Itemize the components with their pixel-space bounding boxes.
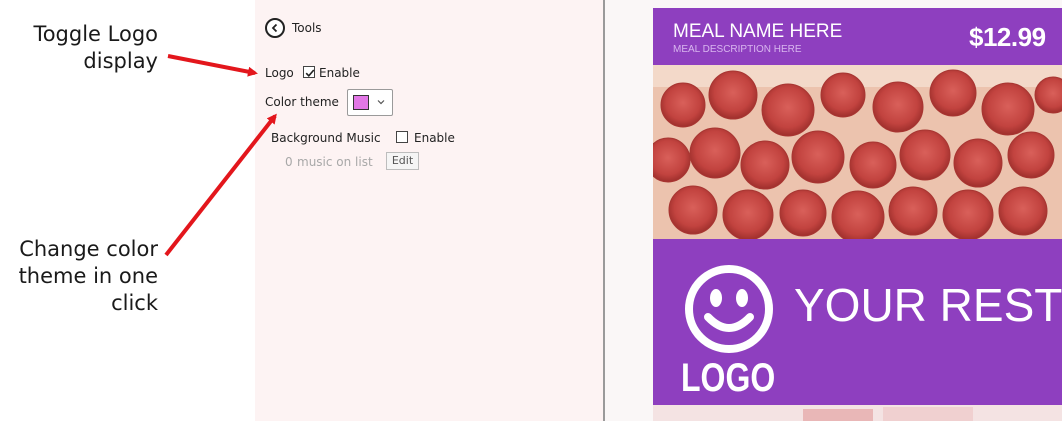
meal-price: $12.99	[969, 22, 1046, 52]
edit-music-button[interactable]: Edit	[386, 152, 419, 170]
bg-music-enable-label: Enable	[414, 131, 455, 145]
pepperoni-slice	[791, 130, 845, 184]
checkmark-icon	[305, 69, 315, 77]
pepperoni-slice	[888, 186, 938, 236]
pepperoni-slice	[831, 190, 885, 244]
pepperoni-slice	[929, 69, 977, 117]
menu-preview: MEAL NAME HERE MEAL DESCRIPTION HERE $12…	[653, 8, 1062, 421]
music-on-list-label: music on list	[297, 155, 373, 169]
tools-panel	[255, 0, 603, 421]
pizza-image	[653, 65, 1062, 244]
meal-description: MEAL DESCRIPTION HERE	[673, 44, 802, 55]
callout-change-color: Change color theme in one click	[18, 237, 158, 315]
pepperoni-slice	[899, 129, 951, 181]
bg-music-enable-checkbox[interactable]	[396, 131, 408, 143]
pepperoni-slice	[722, 189, 774, 241]
pepperoni-slice	[942, 189, 994, 241]
logo-enable-label: Enable	[319, 66, 360, 80]
back-arrow-icon	[271, 23, 278, 33]
pepperoni-slice	[668, 185, 718, 235]
pepperoni-slice	[779, 189, 827, 237]
smiley-logo-icon	[685, 265, 773, 353]
color-swatch	[353, 95, 369, 110]
pepperoni-slice	[740, 140, 790, 190]
color-theme-label: Color theme	[265, 95, 339, 109]
music-count: 0	[285, 155, 293, 169]
pepperoni-slice	[849, 141, 897, 189]
pepperoni-slice	[998, 186, 1048, 236]
bottom-photo-strip	[653, 405, 1062, 421]
pizza-photo	[653, 65, 1062, 244]
meal-name: MEAL NAME HERE	[673, 21, 843, 42]
pepperoni-slice	[820, 72, 866, 118]
pepperoni-slice	[689, 127, 741, 179]
restaurant-name: YOUR REST	[794, 279, 1062, 331]
pepperoni-slice	[953, 138, 1003, 188]
pepperoni-slice	[1007, 131, 1055, 179]
logo-enable-checkbox[interactable]	[303, 66, 315, 78]
logo-label: Logo	[265, 66, 294, 80]
meal-header-bar: MEAL NAME HERE MEAL DESCRIPTION HERE $12…	[653, 8, 1062, 65]
callout-toggle-logo: Toggle Logo display	[33, 22, 158, 73]
back-button[interactable]	[265, 18, 285, 38]
logo-text: LOGO	[681, 356, 776, 400]
pepperoni-slice	[981, 82, 1035, 136]
pepperoni-slice	[660, 82, 706, 128]
arrow-to-logo	[167, 54, 258, 77]
pepperoni-slice	[708, 70, 758, 120]
pepperoni-slice	[761, 83, 815, 137]
pepperoni-slice	[872, 81, 924, 133]
bg-music-label: Background Music	[271, 131, 381, 145]
chevron-down-icon	[377, 100, 385, 105]
tools-title: Tools	[292, 21, 322, 35]
color-theme-dropdown[interactable]	[347, 89, 393, 116]
